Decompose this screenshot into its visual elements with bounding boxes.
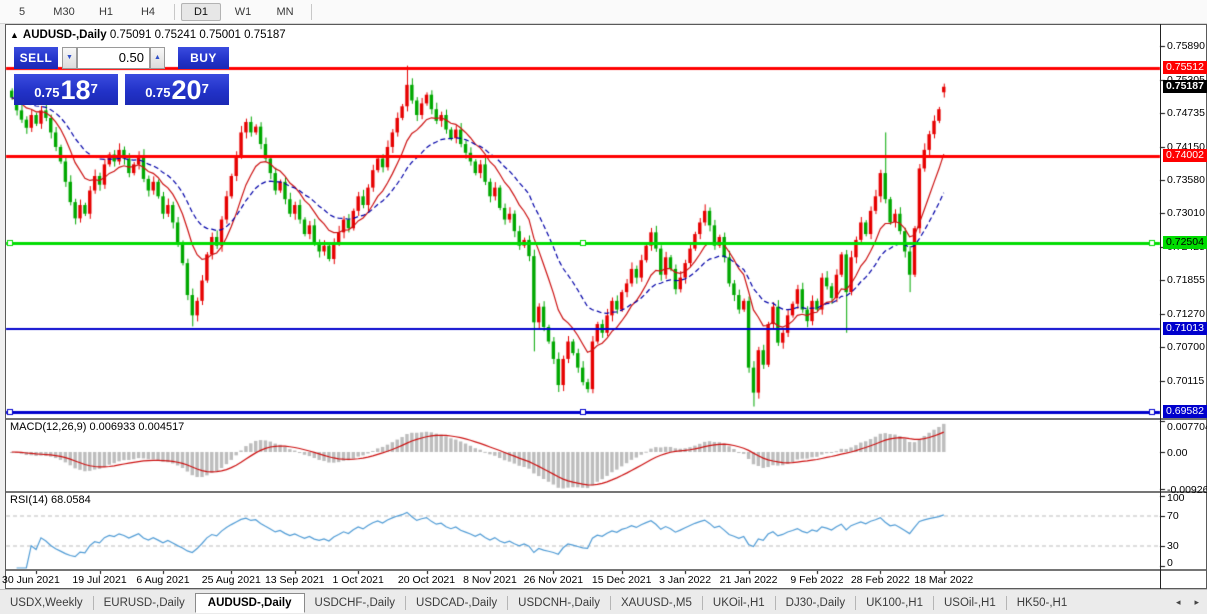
pane-splitter-dates: [6, 569, 1206, 571]
rsi-axis-tick: 0: [1167, 557, 1173, 569]
price-axis-tick: 0.74735: [1167, 106, 1205, 119]
date-axis-label: 6 Aug 2021: [136, 574, 190, 586]
macd-values: 0.006933 0.004517: [89, 421, 185, 433]
buy-price-prefix: 0.75: [145, 85, 171, 100]
price-axis-tick: 0.73580: [1167, 174, 1205, 187]
date-axis-label: 19 Jul 2021: [72, 574, 127, 586]
rsi-axis-tick: 100: [1167, 492, 1185, 504]
date-axis-label: 25 Aug 2021: [201, 574, 261, 586]
sell-price-big: 18: [60, 75, 91, 105]
rsi-axis-tick: 70: [1167, 509, 1179, 522]
current-price-tag: 0.75187: [1163, 79, 1207, 93]
price-scale-separator: [1160, 24, 1161, 589]
sell-price-prefix: 0.75: [34, 85, 60, 100]
trading-platform-window: 5M30H1H4D1W1MN ▲AUDUSD-,Daily 0.75091 0.…: [0, 0, 1207, 614]
price-level-tag: 0.75512: [1163, 60, 1207, 74]
date-axis-label: 21 Jan 2022: [719, 574, 778, 586]
price-axis-tick: 0.70115: [1167, 375, 1205, 388]
chart-ohlc-values: 0.75091 0.75241 0.75001 0.75187: [109, 29, 286, 41]
price-axis-tick: 0.75890: [1167, 39, 1205, 52]
price-level-tag: 0.69582: [1163, 405, 1207, 419]
price-axis-tick: 0.73010: [1167, 207, 1205, 220]
date-axis-label: 9 Feb 2022: [790, 574, 844, 586]
buy-price-big: 20: [171, 75, 202, 105]
buy-price-sup: 7: [201, 81, 209, 96]
buy-button[interactable]: BUY: [178, 47, 229, 69]
price-level-tag: 0.72504: [1163, 235, 1207, 249]
price-level-tag: 0.71013: [1163, 322, 1207, 336]
date-axis-label: 20 Oct 2021: [397, 574, 456, 586]
pane-splitter-macd[interactable]: [6, 418, 1206, 420]
chart-symbol-label: AUDUSD-,Daily: [22, 29, 107, 41]
macd-axis-tick: 0.00: [1167, 447, 1188, 459]
macd-axis-tick: 0.007704: [1167, 421, 1207, 433]
date-axis-label: 1 Oct 2021: [332, 574, 384, 586]
rsi-name: RSI(14): [10, 494, 48, 506]
date-axis-label: 18 Mar 2022: [914, 574, 974, 586]
sell-price-display[interactable]: 0.75 18 7: [14, 72, 118, 105]
date-axis-label: 30 Jun 2021: [2, 574, 60, 586]
rsi-axis-tick: 30: [1167, 539, 1179, 552]
date-axis-label: 13 Sep 2021: [264, 574, 325, 586]
volume-increase-button[interactable]: ▲: [150, 47, 165, 69]
date-axis-label: 15 Dec 2021: [591, 574, 652, 586]
macd-name: MACD(12,26,9): [10, 421, 87, 433]
pane-splitter-rsi[interactable]: [6, 491, 1206, 493]
volume-decrease-button[interactable]: ▼: [62, 47, 77, 69]
price-axis-tick: 0.71270: [1167, 308, 1205, 321]
date-axis-label: 26 Nov 2021: [523, 574, 584, 586]
price-axis-tick: 0.70700: [1167, 341, 1205, 354]
date-axis-label: 28 Feb 2022: [850, 574, 910, 586]
date-axis-label: 8 Nov 2021: [463, 574, 517, 586]
macd-indicator-label: MACD(12,26,9) 0.006933 0.004517: [10, 421, 184, 433]
sell-button[interactable]: SELL: [14, 47, 58, 69]
chart-symbol-icon: ▲: [10, 30, 19, 40]
price-axis-tick: 0.71855: [1167, 274, 1205, 287]
rsi-value: 68.0584: [50, 494, 91, 506]
sell-price-sup: 7: [90, 81, 98, 96]
rsi-indicator-label: RSI(14) 68.0584: [10, 494, 91, 506]
volume-input[interactable]: 0.50: [77, 47, 150, 69]
date-axis-label: 3 Jan 2022: [659, 574, 712, 586]
price-level-tag: 0.74002: [1163, 148, 1207, 162]
chart-title: ▲ AUDUSD-,Daily 0.75091 0.75241 0.75001 0…: [10, 29, 286, 41]
one-click-trading-panel: SELL ▼ 0.50 ▲ BUY 0.75 18 7 0.75 20 7: [14, 47, 229, 105]
buy-price-display[interactable]: 0.75 20 7: [125, 72, 229, 105]
